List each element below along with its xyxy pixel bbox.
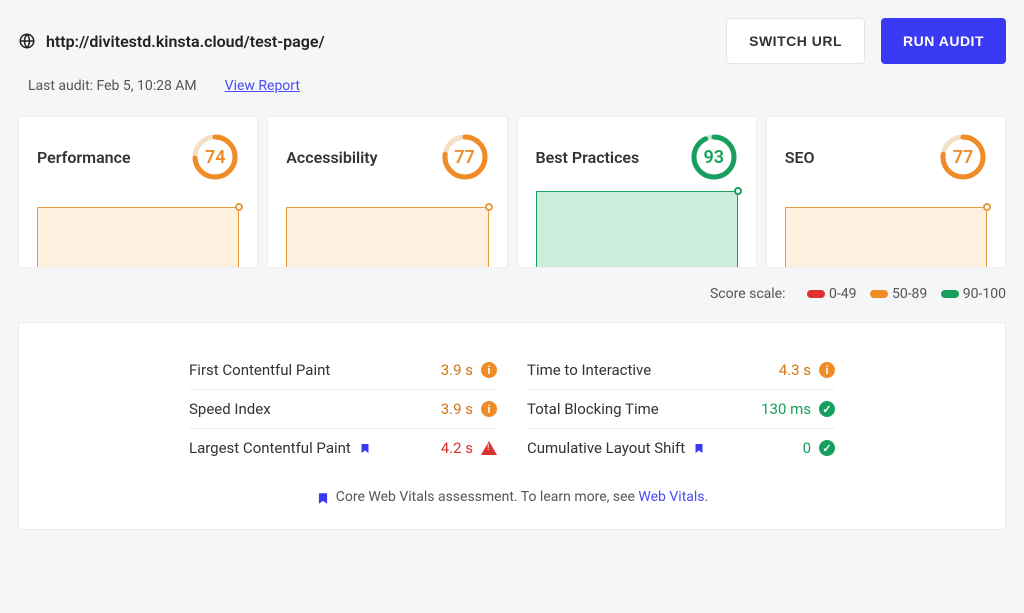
- score-scale-legend: Score scale: 0-49 50-89 90-100: [18, 286, 1006, 302]
- score-cards: Performance 74 Accessibility 77 Best Pra…: [18, 116, 1006, 268]
- scale-label: Score scale:: [710, 286, 786, 302]
- metric-name-si: Speed Index: [189, 400, 271, 418]
- metric-value-si: 3.9 s: [441, 400, 473, 418]
- metric-row-cls: Cumulative Layout Shift 0 ✓: [527, 429, 835, 467]
- web-vitals-link[interactable]: Web Vitals: [638, 489, 704, 505]
- metric-name-fcp: First Contentful Paint: [189, 361, 330, 379]
- score-ring-performance: 74: [191, 133, 239, 181]
- metric-row-fcp: First Contentful Paint 3.9 s i: [189, 351, 497, 390]
- checkmark-icon: ✓: [819, 440, 835, 456]
- bookmark-icon: [359, 441, 371, 456]
- score-ring-seo: 77: [939, 133, 987, 181]
- metric-row-si: Speed Index 3.9 s i: [189, 390, 497, 429]
- metric-value-cls: 0: [803, 439, 811, 457]
- score-value-best-practices: 93: [690, 133, 738, 181]
- scale-pill-red: [807, 290, 825, 298]
- scale-pill-green: [941, 290, 959, 298]
- metric-row-tti: Time to Interactive 4.3 s i: [527, 351, 835, 390]
- score-value-seo: 77: [939, 133, 987, 181]
- metric-name-lcp: Largest Contentful Paint: [189, 439, 351, 457]
- score-value-performance: 74: [191, 133, 239, 181]
- view-report-link[interactable]: View Report: [225, 78, 300, 94]
- score-label-seo: SEO: [785, 148, 815, 167]
- metrics-panel: First Contentful Paint 3.9 s i Speed Ind…: [18, 322, 1006, 530]
- score-label-best-practices: Best Practices: [536, 148, 640, 167]
- metrics-column-right: Time to Interactive 4.3 s i Total Blocki…: [527, 351, 835, 467]
- score-chart-performance: [37, 207, 239, 267]
- metric-value-tti: 4.3 s: [779, 361, 811, 379]
- metric-value-lcp: 4.2 s: [441, 439, 473, 457]
- score-chart-best-practices: [536, 191, 738, 267]
- scale-pill-orange: [870, 290, 888, 298]
- metric-row-tbt: Total Blocking Time 130 ms ✓: [527, 390, 835, 429]
- checkmark-icon: ✓: [819, 401, 835, 417]
- header-row: http://divitestd.kinsta.cloud/test-page/…: [18, 18, 1006, 64]
- score-label-performance: Performance: [37, 148, 131, 167]
- last-audit-timestamp: Last audit: Feb 5, 10:28 AM: [28, 78, 197, 94]
- score-card-best-practices: Best Practices 93: [517, 116, 757, 268]
- url-wrapper: http://divitestd.kinsta.cloud/test-page/: [18, 32, 325, 51]
- info-icon: i: [481, 362, 497, 378]
- metric-name-tbt: Total Blocking Time: [527, 400, 659, 418]
- warning-icon: [481, 441, 497, 455]
- metrics-column-left: First Contentful Paint 3.9 s i Speed Ind…: [189, 351, 497, 467]
- metric-name-tti: Time to Interactive: [527, 361, 651, 379]
- switch-url-button[interactable]: SWITCH URL: [726, 18, 865, 64]
- cwv-note-suffix: .: [705, 489, 709, 505]
- bookmark-icon: [316, 490, 328, 505]
- metric-value-tbt: 130 ms: [761, 400, 811, 418]
- score-ring-accessibility: 77: [441, 133, 489, 181]
- info-icon: i: [481, 401, 497, 417]
- score-value-accessibility: 77: [441, 133, 489, 181]
- score-card-performance: Performance 74: [18, 116, 258, 268]
- cwv-note: Core Web Vitals assessment. To learn mor…: [189, 489, 835, 505]
- metric-row-lcp: Largest Contentful Paint 4.2 s: [189, 429, 497, 467]
- score-card-accessibility: Accessibility 77: [267, 116, 507, 268]
- score-chart-seo: [785, 207, 987, 267]
- bookmark-icon: [693, 441, 705, 456]
- score-label-accessibility: Accessibility: [286, 148, 377, 167]
- metric-name-cls: Cumulative Layout Shift: [527, 439, 685, 457]
- page-url: http://divitestd.kinsta.cloud/test-page/: [46, 32, 325, 51]
- audit-info: Last audit: Feb 5, 10:28 AM View Report: [28, 78, 1006, 94]
- run-audit-button[interactable]: RUN AUDIT: [881, 18, 1006, 64]
- info-icon: i: [819, 362, 835, 378]
- scale-range-1: 0-49: [829, 286, 856, 302]
- cwv-note-text: Core Web Vitals assessment. To learn mor…: [336, 489, 639, 505]
- score-ring-best-practices: 93: [690, 133, 738, 181]
- scale-range-3: 90-100: [963, 286, 1006, 302]
- scale-range-2: 50-89: [892, 286, 927, 302]
- globe-icon: [18, 32, 36, 50]
- score-chart-accessibility: [286, 207, 488, 267]
- metric-value-fcp: 3.9 s: [441, 361, 473, 379]
- score-card-seo: SEO 77: [766, 116, 1006, 268]
- header-buttons: SWITCH URL RUN AUDIT: [726, 18, 1006, 64]
